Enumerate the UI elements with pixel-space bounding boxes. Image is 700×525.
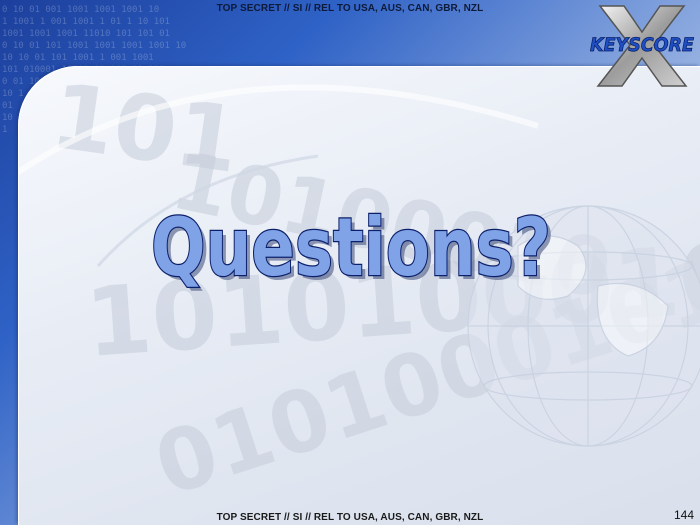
logo-keyscore-text: KEYSCORE bbox=[590, 34, 694, 56]
slide-title: Questions? Questions? bbox=[150, 200, 555, 298]
svg-text:1: 1 bbox=[2, 125, 7, 135]
svg-text:01: 01 bbox=[2, 101, 13, 111]
slide: 0 10 01 001 1001 1001 1001 10 1 1001 1 0… bbox=[0, 0, 700, 525]
classification-banner-bottom: TOP SECRET // SI // REL TO USA, AUS, CAN… bbox=[216, 512, 484, 523]
svg-text:1001 1001 1001 11010 101 101 0: 1001 1001 1001 11010 101 101 01 bbox=[2, 29, 170, 39]
svg-text:1 1001 1 001 1001 1 01 1 10 10: 1 1001 1 001 1001 1 01 1 10 101 bbox=[2, 17, 170, 27]
keyscore-logo: X KEYSCORE bbox=[590, 5, 694, 87]
svg-text:10: 10 bbox=[2, 113, 13, 123]
svg-text:0 10 01 101 1001 1001 1001 100: 0 10 01 101 1001 1001 1001 1001 10 bbox=[2, 41, 186, 51]
page-number: 144 bbox=[673, 508, 694, 522]
title-text: Questions? bbox=[151, 201, 551, 294]
svg-text:10 10 01 101 1001 1 001 1001: 10 10 01 101 1001 1 001 1001 bbox=[2, 53, 154, 63]
